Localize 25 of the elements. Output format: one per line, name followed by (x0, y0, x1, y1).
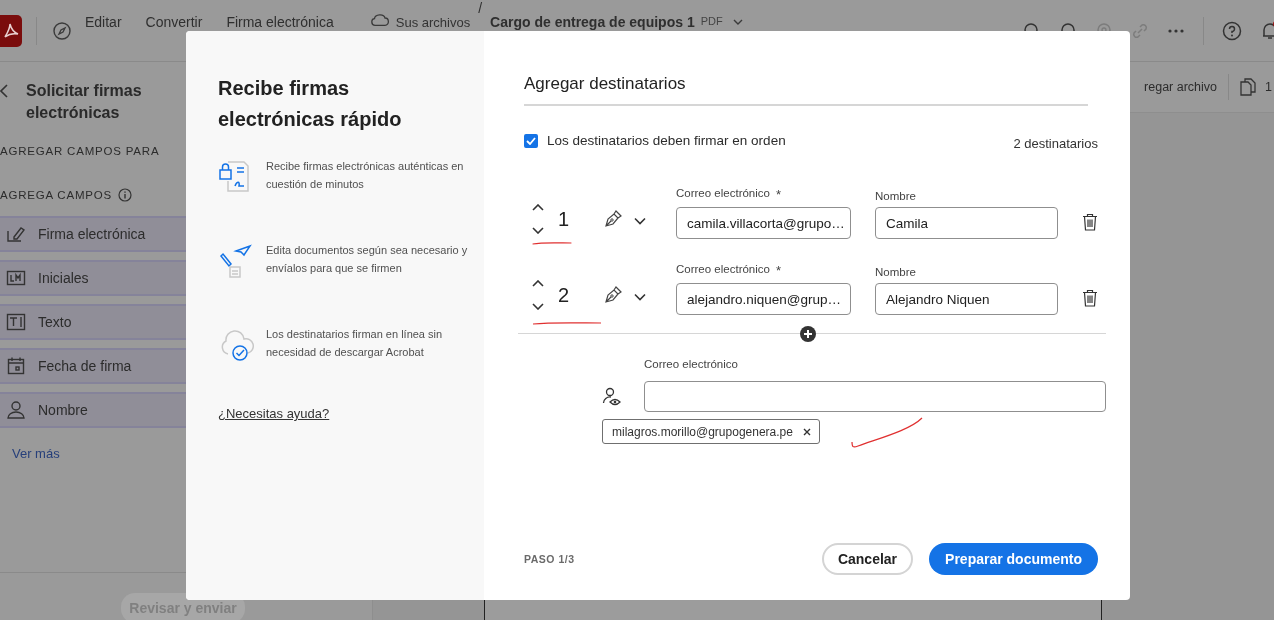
feature-description: Los destinatarios firman en línea sin necesidad de descargar Acrobat (266, 327, 444, 360)
field-label: Correo electrónico (676, 187, 770, 201)
signing-order-number: 1 (558, 207, 570, 231)
section-heading: AGREGAR CAMPOS PARA (0, 145, 161, 157)
chip-email: milagros.morillo@grupogenera.pe (612, 424, 793, 439)
file-name: Cargo de entrega de equipos 1 (490, 14, 695, 30)
field-label: Correo electrónico (676, 263, 770, 277)
panel-title: Solicitar firmas electrónicas (26, 81, 143, 123)
feature-description: Recibe firmas electrónicas auténticas en cuestión de minutos (266, 159, 465, 192)
required-mark: * (775, 263, 782, 278)
step-indicator: PASO 1/3 (524, 553, 575, 565)
required-mark: * (775, 187, 782, 202)
section-heading: AGREGA CAMPOS (0, 189, 112, 201)
field-label: Nombre (875, 266, 916, 278)
checkbox-label: Los destinatarios deben firmar en orden (547, 133, 786, 148)
breadcrumb-separator: / (478, 0, 483, 16)
dialog-intro-title: Recibe firmas electrónicas rápido (218, 76, 403, 132)
field-label: Correo electrónico (644, 358, 739, 370)
page-count: 1 (1265, 80, 1272, 94)
recipient-count: 2 destinatarios (1013, 136, 1098, 151)
feature-description: Edita documentos según sea necesario y envíalos para que se firmen (266, 243, 469, 276)
file-type: PDF (700, 15, 723, 27)
dialog-title: Agregar destinatarios (524, 74, 1088, 106)
field-label: Nombre (875, 190, 916, 202)
signing-order-number: 2 (558, 283, 570, 307)
